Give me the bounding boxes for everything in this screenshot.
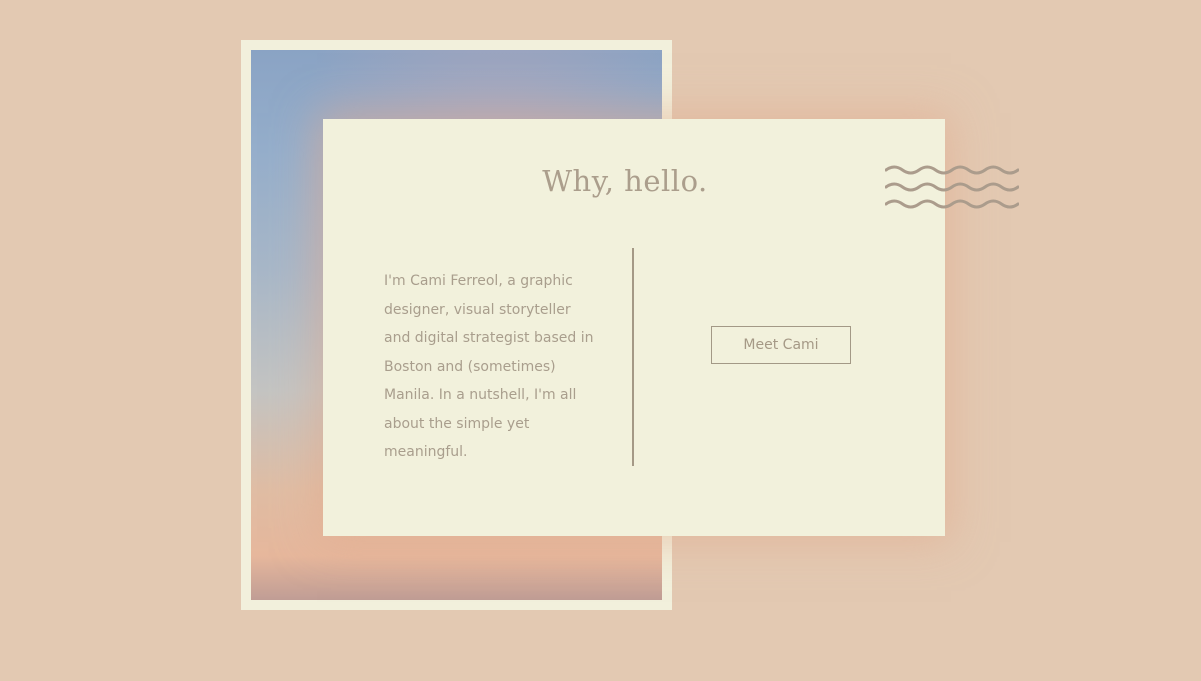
wavy-lines-postmark-icon [885, 165, 1019, 209]
meet-cami-button[interactable]: Meet Cami [711, 326, 851, 364]
bio-text: I'm Cami Ferreol, a graphic designer, vi… [384, 273, 594, 460]
page-title: Why, hello. [542, 164, 708, 198]
vertical-divider [632, 248, 634, 466]
